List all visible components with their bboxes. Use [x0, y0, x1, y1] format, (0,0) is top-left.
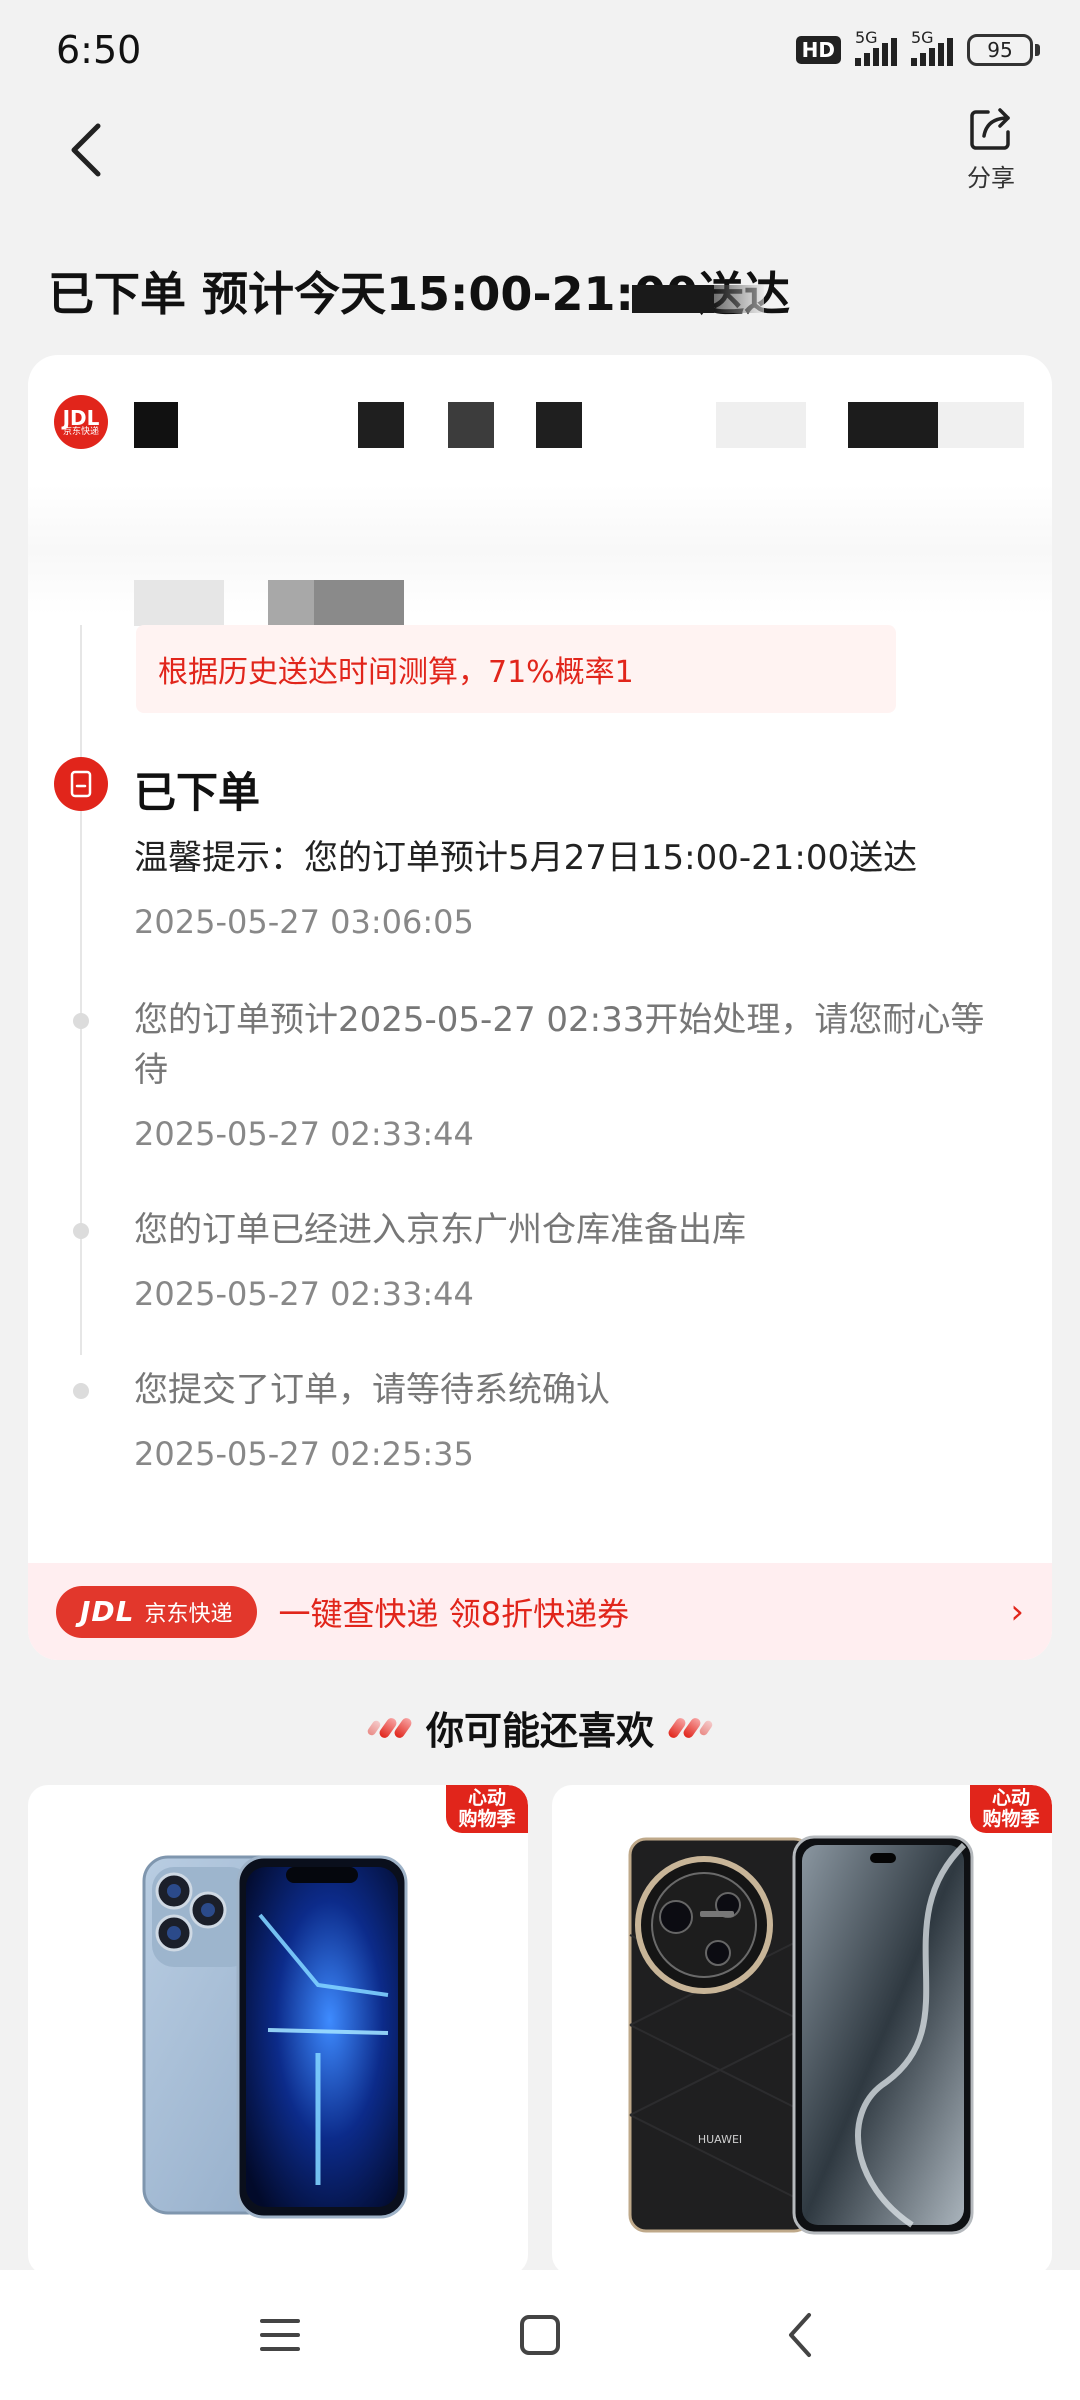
- redaction-block: [314, 580, 404, 626]
- decoration-left-icon: [366, 1715, 414, 1740]
- back-button[interactable]: [56, 120, 116, 180]
- share-label: 分享: [967, 164, 1015, 192]
- promo-tag: 心动 购物季: [446, 1785, 528, 1833]
- timeline-event-date: 2025-05-27 02:33:44: [134, 1115, 474, 1153]
- home-button[interactable]: [510, 2305, 570, 2365]
- tracking-card: JDL 京东快递 根据历史送达时间测算，71%概率1 已下单 温馨提示：您的订单…: [28, 355, 1052, 1660]
- menu-icon: [260, 2319, 300, 2351]
- current-status: 已下单: [134, 768, 261, 817]
- status-time: 6:50: [56, 28, 142, 72]
- redaction-block: [134, 402, 178, 448]
- timeline-dot: [73, 1013, 89, 1029]
- signal-icon: 5G: [855, 28, 897, 66]
- home-square-icon: [520, 2315, 560, 2355]
- redaction-block: [448, 402, 494, 448]
- timeline-event-text: 您的订单预计2025-05-27 02:33开始处理，请您耐心等待: [134, 1000, 985, 1090]
- redaction-block: [268, 580, 314, 626]
- jd-logistics-logo: JDL 京东快递: [54, 395, 108, 449]
- signal-icon-2: 5G: [911, 28, 953, 66]
- share-icon: [970, 108, 1010, 150]
- system-back-button[interactable]: [770, 2305, 830, 2365]
- timeline-line: [80, 625, 82, 1355]
- timeline-event-text: 您的订单已经进入京东广州仓库准备出库: [134, 1210, 746, 1250]
- status-bar: 6:50 HD 5G 5G 95: [0, 0, 1080, 100]
- menu-button[interactable]: [250, 2305, 310, 2365]
- svg-text:HUAWEI: HUAWEI: [698, 2133, 742, 2146]
- timeline-dot: [73, 1383, 89, 1399]
- recommendations-header: 你可能还喜欢: [0, 1700, 1080, 1755]
- promo-tag: 心动 购物季: [970, 1785, 1052, 1833]
- probability-text: 根据历史送达时间测算，71%概率1: [158, 655, 634, 690]
- timeline-event-text: 您提交了订单，请等待系统确认: [134, 1370, 610, 1410]
- battery-level: 95: [967, 34, 1033, 66]
- share-button[interactable]: 分享: [946, 104, 1036, 193]
- redaction-block: [536, 402, 582, 448]
- product-image-phone: [142, 1855, 408, 2219]
- redaction-block: [134, 580, 224, 626]
- product-card[interactable]: 心动 购物季 HUAWEI: [552, 1785, 1052, 2275]
- timeline-event-date: 2025-05-27 03:06:05: [134, 903, 474, 941]
- timeline-event-date: 2025-05-27 02:33:44: [134, 1275, 474, 1313]
- timeline-event-date: 2025-05-27 02:25:35: [134, 1435, 474, 1473]
- redaction-block: [848, 402, 938, 448]
- timeline-event-text: 温馨提示：您的订单预计5月27日15:00-21:00送达: [134, 838, 918, 878]
- system-nav-bar: [0, 2270, 1080, 2400]
- redaction-block: [716, 402, 806, 448]
- chevron-left-icon: [71, 123, 101, 177]
- redaction-block: [714, 285, 764, 313]
- decoration-right-icon: [666, 1715, 714, 1740]
- product-card[interactable]: 心动 购物季: [28, 1785, 528, 2275]
- status-icons: HD 5G 5G 95: [795, 28, 1040, 66]
- recommendations-title: 你可能还喜欢: [425, 1709, 654, 1753]
- redaction-block: [938, 402, 1024, 448]
- product-image-phone: HUAWEI: [628, 1835, 974, 2235]
- top-nav: 分享: [0, 100, 1080, 200]
- coupon-promo-text: 一键查快递 领8折快递券: [278, 1594, 630, 1633]
- chevron-left-icon: [789, 2313, 811, 2357]
- jdl-express-badge: JDL 京东快递: [56, 1585, 257, 1638]
- chevron-right-icon: ›: [1010, 1591, 1024, 1632]
- order-placed-icon: [54, 757, 108, 811]
- delivery-probability-note: 根据历史送达时间测算，71%概率1: [136, 625, 896, 713]
- timeline-dot: [73, 1223, 89, 1239]
- redaction-block: [358, 402, 404, 448]
- battery-icon: 95: [967, 34, 1040, 66]
- express-coupon-banner[interactable]: JDL 京东快递 一键查快递 领8折快递券 ›: [28, 1563, 1052, 1660]
- hd-badge: HD: [795, 36, 841, 64]
- redaction-block: [632, 285, 714, 313]
